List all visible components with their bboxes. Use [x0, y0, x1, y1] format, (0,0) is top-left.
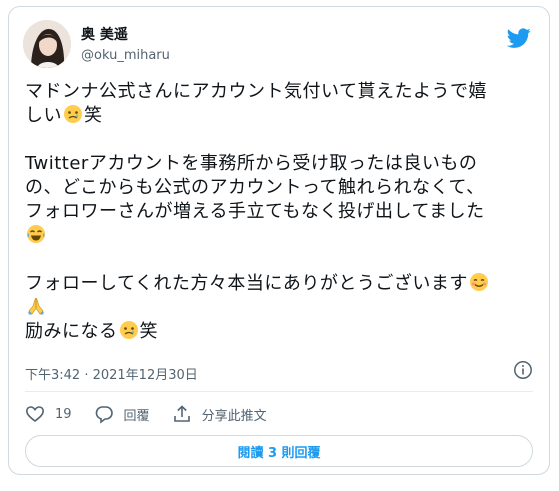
read-replies-label: 閱讀 3 則回覆 — [237, 445, 321, 461]
tweet-line-text: 励みになる — [25, 321, 118, 342]
reply-icon — [95, 406, 113, 424]
twitter-bird-icon[interactable] — [507, 26, 531, 50]
holding-back-tears-emoji — [64, 105, 82, 123]
tweet-line: しい 笑 — [25, 104, 537, 128]
folded-hands-emoji — [28, 297, 44, 315]
smiling-emoji — [469, 273, 488, 291]
tweet-line-text: 笑 — [139, 321, 158, 342]
user-handle[interactable]: @oku_miharu — [81, 47, 170, 65]
tweet-line-text: 笑 — [84, 105, 103, 126]
tweet-line: の、どこからも公式のアカウントって触れられなくて、 — [25, 177, 485, 198]
read-replies-button[interactable]: 閱讀 3 則回覆 — [25, 435, 533, 467]
user-names: 奥 美遥 @oku_miharu — [81, 26, 170, 65]
tweet-line: フォローしてくれた方々本当にありがとうございます — [25, 272, 537, 296]
holding-back-tears-emoji — [119, 321, 138, 339]
tweet-timestamp[interactable]: 下午3:42 · 2021年12月30日 — [25, 364, 198, 383]
tweet-line: 励みになる笑 — [25, 320, 537, 344]
share-label: 分享此推文 — [201, 408, 267, 424]
like-button[interactable]: 19 — [25, 404, 72, 424]
divider — [25, 391, 533, 392]
tweet-card: 奥 美遥 @oku_miharu マドンナ公式さんにアカウント気付いて貰えたよう… — [8, 6, 550, 475]
tweet-line — [25, 224, 537, 248]
heart-icon — [25, 406, 45, 423]
tweet-line-text: フォローしてくれた方々本当にありがとうございます — [25, 273, 468, 294]
like-count: 19 — [55, 406, 72, 422]
tweet-line: Twitterアカウントを事務所から受け取ったは良いもの — [25, 153, 478, 174]
avatar[interactable] — [23, 20, 71, 68]
info-icon[interactable] — [513, 360, 533, 380]
tweet-line-text: しい — [25, 105, 62, 126]
tweet-line: マドンナ公式さんにアカウント気付いて貰えたようで嬉 — [25, 81, 487, 102]
share-button[interactable]: 分享此推文 — [172, 404, 267, 424]
display-name[interactable]: 奥 美遥 — [81, 26, 170, 44]
tweet-header: 奥 美遥 @oku_miharu — [23, 20, 535, 74]
tweet-text: マドンナ公式さんにアカウント気付いて貰えたようで嬉 しい笑 Twitterアカウ… — [25, 80, 537, 344]
tweet-actions: 19 回覆 分享此推文 — [25, 399, 289, 429]
joy-emoji — [27, 225, 45, 243]
reply-label: 回覆 — [123, 408, 150, 424]
tweet-line — [25, 296, 537, 320]
share-icon — [173, 405, 190, 422]
reply-button[interactable]: 回覆 — [94, 404, 150, 424]
tweet-line: フォロワーさんが増える手立てもなく投げ出してました — [25, 201, 485, 222]
